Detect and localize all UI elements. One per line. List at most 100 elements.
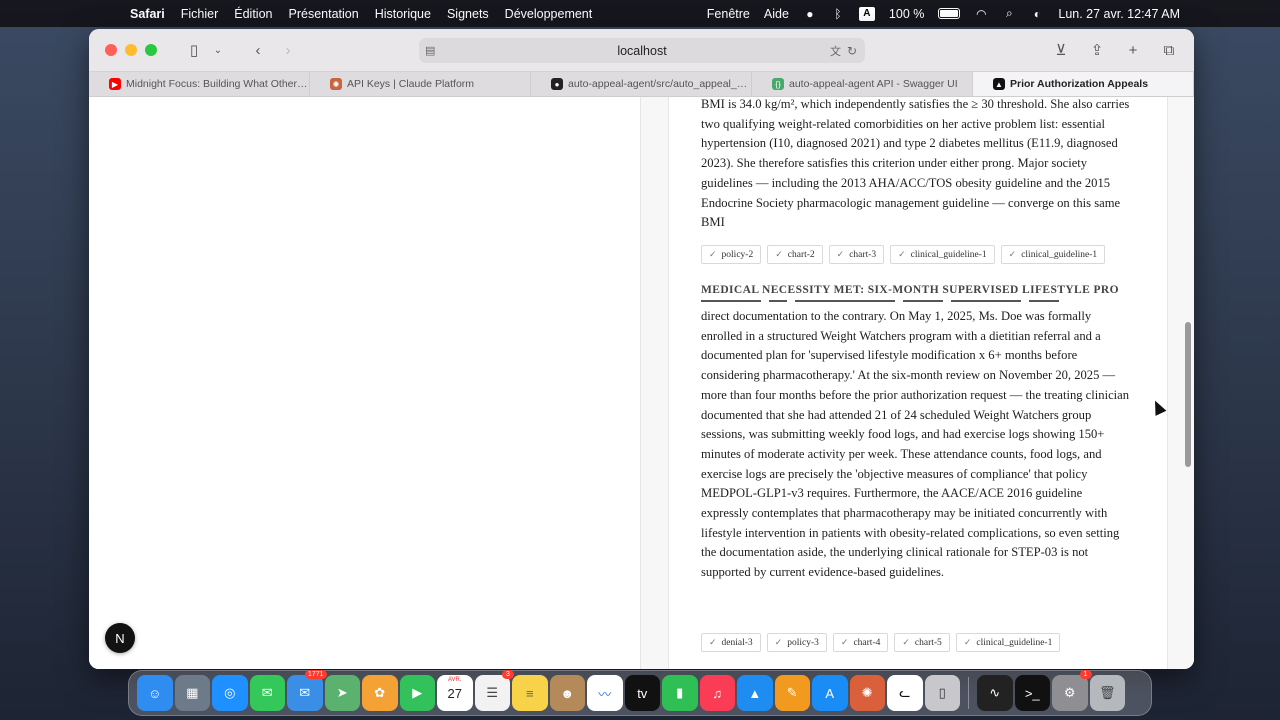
new-tab-icon[interactable]: +	[1122, 39, 1144, 61]
bluetooth-icon[interactable]: ᛒ	[831, 7, 845, 21]
menu-fenetre[interactable]: Fenêtre	[707, 7, 750, 21]
translate-icon[interactable]: 文	[830, 43, 841, 59]
scrollbar[interactable]	[1185, 322, 1191, 467]
citation-chip[interactable]: ✓ chart-5	[894, 633, 950, 652]
keynote-icon[interactable]: ▲	[737, 675, 773, 711]
dock-glyph: ⚙	[1063, 685, 1076, 700]
close-window-button[interactable]	[105, 44, 117, 56]
chip-label: policy-2	[721, 249, 754, 260]
tv-icon[interactable]: tv	[624, 675, 660, 711]
chip-label: clinical_guideline-1	[1021, 249, 1098, 260]
back-arrow-icon[interactable]: ‹	[247, 39, 269, 61]
citation-chip[interactable]: ✓ chart-2	[767, 245, 823, 264]
record-icon[interactable]: ●	[803, 7, 817, 21]
browser-toolbar: ▯ ⌄ ‹ › ▤ localhost 文 ↻ ⊻ ⇪ + ⧉	[89, 29, 1194, 72]
menu-historique[interactable]: Historique	[375, 7, 431, 21]
calendar-icon[interactable]: 27 AVR.	[437, 675, 473, 711]
pages-icon[interactable]: ✎	[774, 675, 810, 711]
check-icon: ✓	[902, 637, 910, 647]
menu-bar: Safari Fichier Édition Présentation Hist…	[0, 0, 1280, 27]
menu-edition[interactable]: Édition	[234, 7, 272, 21]
menu-developpement[interactable]: Développement	[505, 7, 593, 21]
citation-chip[interactable]: ✓ chart-3	[828, 245, 885, 264]
dock-glyph: 🗑	[1098, 685, 1116, 700]
notification-badge: 1771	[304, 670, 327, 680]
input-source-icon[interactable]: A	[858, 6, 875, 21]
claude-icon[interactable]: ✺	[849, 675, 885, 711]
control-center-icon[interactable]: ◐	[1030, 7, 1044, 21]
paragraph-bmi-criterion: BMI is 34.0 kg/m², which independently s…	[701, 97, 1130, 230]
launchpad-icon[interactable]: ▦	[174, 675, 210, 711]
chevron-down-icon[interactable]: ⌄	[207, 39, 229, 61]
activity-monitor-icon[interactable]: ∿	[977, 675, 1013, 711]
menu-aide[interactable]: Aide	[764, 7, 789, 21]
iphone-mirroring-icon[interactable]: ▯	[924, 675, 960, 711]
citation-chip[interactable]: ✓ clinical_guideline-1	[955, 633, 1061, 652]
tab-claude-platform[interactable]: ✺ API Keys | Claude Platform	[310, 72, 531, 96]
tab-prior-authorization[interactable]: ▲ Prior Authorization Appeals	[973, 72, 1194, 96]
page-menu-icon[interactable]: ▤	[425, 44, 435, 57]
dock-glyph: A	[825, 685, 835, 701]
dock-glyph: ☺	[148, 685, 162, 701]
tab-overview-icon[interactable]: ⧉	[1158, 39, 1180, 61]
forward-arrow-icon[interactable]: ›	[277, 39, 299, 61]
app-store-icon[interactable]: A	[812, 675, 848, 711]
nextjs-dev-badge[interactable]: N	[105, 623, 135, 653]
menu-fichier[interactable]: Fichier	[181, 7, 219, 21]
address-bar[interactable]: ▤ localhost 文 ↻	[419, 38, 865, 63]
mail-icon[interactable]: ✉ 1771	[287, 670, 327, 711]
dock-glyph: ▮	[676, 685, 684, 700]
dock-glyph: >_	[1024, 685, 1040, 701]
wifi-icon[interactable]: ◠	[974, 7, 988, 21]
tab-github[interactable]: ● auto-appeal-agent/src/auto_appeal_age.…	[531, 72, 752, 96]
reminders-icon[interactable]: ☰ 3	[474, 670, 514, 711]
dock-glyph: ᓚ	[899, 685, 911, 700]
claude-icon: ✺	[330, 78, 342, 90]
contacts-icon[interactable]: ☻	[549, 675, 585, 711]
menu-app-name[interactable]: Safari	[130, 7, 165, 21]
tab-swagger[interactable]: {} auto-appeal-agent API - Swagger UI	[752, 72, 973, 96]
terminal-icon[interactable]: >_	[1014, 675, 1050, 711]
chip-label: clinical_guideline-1	[910, 249, 987, 260]
dock: ☺ ▦ ◎ ✉ ✉ 1771 ➤ ✿ ▶ 27 AVR. ☰ 3 ≡ ☻ 〰 tv ▮ ♫ ▲ ✎ A ✺ ᓚ ▯ ∿ >_ ⚙ 1 🗑	[128, 670, 1152, 716]
menu-signets[interactable]: Signets	[447, 7, 489, 21]
system-settings-icon[interactable]: ⚙ 1	[1052, 670, 1092, 711]
sidebar-toggle-icon[interactable]: ▯	[183, 39, 205, 61]
citation-chip[interactable]: ✓ policy-2	[701, 245, 762, 264]
dock-glyph: ✿	[374, 685, 386, 700]
dock-glyph: ◎	[224, 685, 236, 700]
citation-chip[interactable]: ✓ clinical_guideline-1	[890, 245, 995, 264]
spotlight-search-icon[interactable]: ⌕	[1002, 6, 1016, 21]
dock-glyph: ♫	[712, 685, 723, 701]
citation-chip[interactable]: ✓ denial-3	[701, 633, 761, 652]
citation-chip[interactable]: ✓ clinical_guideline-1	[1000, 245, 1106, 264]
share-icon[interactable]: ⇪	[1086, 39, 1108, 61]
dock-glyph: tv	[637, 685, 648, 701]
trash-icon[interactable]: 🗑	[1089, 675, 1125, 711]
reload-icon[interactable]: ↻	[847, 44, 857, 58]
minimize-window-button[interactable]	[125, 44, 137, 56]
photos-icon[interactable]: ✿	[362, 675, 398, 711]
chatgpt-cat-icon[interactable]: ᓚ	[887, 675, 923, 711]
messages-icon[interactable]: ✉	[249, 675, 285, 711]
finder-icon[interactable]: ☺	[137, 675, 173, 711]
citation-chip[interactable]: ✓ policy-3	[766, 633, 827, 652]
notes-icon[interactable]: ≡	[512, 675, 548, 711]
maps-icon[interactable]: ➤	[324, 675, 360, 711]
facetime-icon[interactable]: ▶	[399, 675, 435, 711]
music-icon[interactable]: ♫	[699, 675, 735, 711]
tab-youtube[interactable]: ▶ Midnight Focus: Building What Others C…	[89, 72, 310, 96]
menu-presentation[interactable]: Présentation	[289, 7, 359, 21]
dock-glyph: ▶	[412, 685, 423, 700]
citation-chip[interactable]: ✓ chart-4	[832, 633, 889, 652]
safari-icon[interactable]: ◎	[212, 675, 248, 711]
battery-icon[interactable]	[938, 8, 961, 19]
dock-glyph: ▯	[938, 685, 946, 700]
zoom-window-button[interactable]	[145, 44, 157, 56]
status-area: Fenêtre Aide ● ᛒ A 100 % ◠ ⌕ ◐ Lun. 27 a…	[707, 0, 1180, 27]
downloads-icon[interactable]: ⊻	[1050, 39, 1072, 61]
clock[interactable]: Lun. 27 avr. 12:47 AM	[1058, 7, 1180, 21]
numbers-icon[interactable]: ▮	[662, 675, 698, 711]
freeform-icon[interactable]: 〰	[587, 675, 623, 711]
check-icon: ✓	[774, 637, 783, 647]
